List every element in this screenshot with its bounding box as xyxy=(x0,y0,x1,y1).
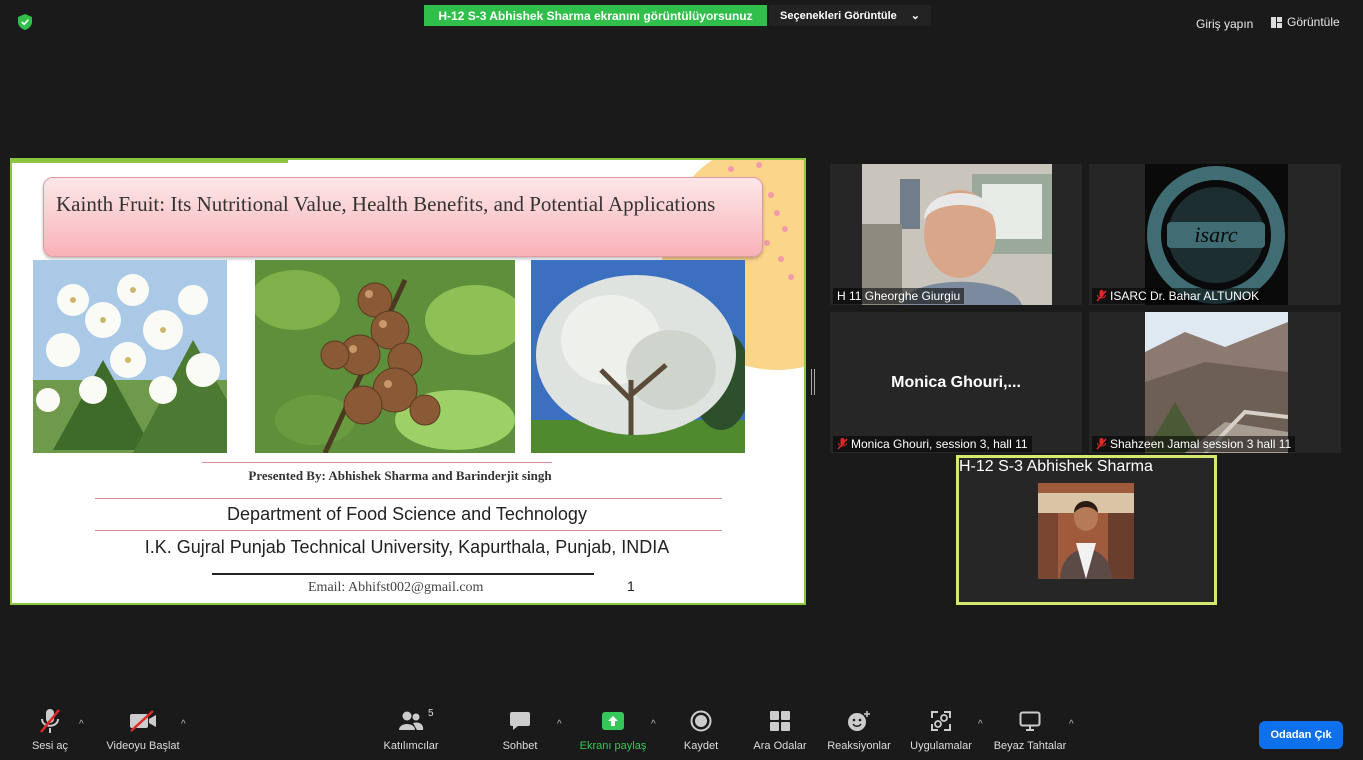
record-button[interactable]: Kaydet xyxy=(661,706,741,752)
slide-decor-dot xyxy=(782,226,788,232)
participants-icon xyxy=(399,711,424,730)
start-video-button[interactable]: ^ Videoyu Başlat xyxy=(103,706,186,752)
department-name: Department of Food Science and Technolog… xyxy=(227,504,587,524)
presented-by-divider xyxy=(202,462,552,463)
university-name: I.K. Gujral Punjab Technical University,… xyxy=(144,537,670,557)
zoom-meeting-window: H-12 S-3 Abhishek Sharma ekranını görünt… xyxy=(0,0,1363,760)
whiteboards-label: Beyaz Tahtalar xyxy=(993,740,1067,752)
participant-name-label: H 11 Gheorghe Giurgiu xyxy=(833,288,965,304)
department-top-divider xyxy=(95,498,722,499)
mic-muted-icon xyxy=(1096,290,1107,302)
unmute-button[interactable]: ^ Sesi aç xyxy=(10,706,90,752)
slide-title: Kainth Fruit: Its Nutritional Value, Hea… xyxy=(56,192,716,216)
slide-decor-dot xyxy=(788,274,794,280)
participant-name: H 11 Gheorghe Giurgiu xyxy=(837,289,961,303)
participant-name-label: Shahzeen Jamal session 3 hall 11 xyxy=(1092,436,1296,452)
presenter-email: Email: Abhifst002@gmail.com xyxy=(308,580,484,595)
participant-name: Monica Ghouri, session 3, hall 11 xyxy=(851,437,1028,451)
slide-title-box: Kainth Fruit: Its Nutritional Value, Hea… xyxy=(43,177,763,257)
department-bottom-divider xyxy=(95,530,722,531)
chevron-down-icon: ⌄ xyxy=(910,10,920,22)
screen-share-banner: H-12 S-3 Abhishek Sharma ekranını görünt… xyxy=(424,5,767,26)
security-shield-icon[interactable] xyxy=(18,14,32,30)
breakout-rooms-button[interactable]: Ara Odalar xyxy=(740,706,820,752)
chat-icon xyxy=(510,712,530,730)
participant-name: H-12 S-3 Abhishek Sharma xyxy=(959,458,1153,475)
participant-video xyxy=(1038,483,1134,579)
record-label: Kaydet xyxy=(683,740,719,752)
mic-muted-icon xyxy=(837,438,848,450)
slide-decor-dot xyxy=(768,192,774,198)
kainth-fruit-photo xyxy=(255,260,515,453)
split-view-drag-handle[interactable] xyxy=(811,369,815,395)
share-screen-icon xyxy=(602,712,624,730)
video-off-icon xyxy=(130,710,156,732)
participant-tile[interactable]: H 11 Gheorghe Giurgiu xyxy=(830,164,1082,305)
mic-muted-icon xyxy=(40,709,60,733)
chat-options-caret[interactable]: ^ xyxy=(557,719,562,730)
chat-label: Sohbet xyxy=(502,740,538,752)
isarc-logo: isarc xyxy=(1145,164,1288,305)
share-options-caret[interactable]: ^ xyxy=(651,719,656,730)
whiteboards-button[interactable]: ^ Beyaz Tahtalar xyxy=(990,706,1074,752)
active-speaker-tile[interactable]: H-12 S-3 Abhishek Sharma xyxy=(956,455,1217,605)
chat-button[interactable]: ^ Sohbet xyxy=(480,706,562,752)
email-divider xyxy=(212,573,594,575)
participant-name-label: Monica Ghouri, session 3, hall 11 xyxy=(833,436,1032,452)
breakout-rooms-icon xyxy=(770,711,790,731)
participant-video xyxy=(862,164,1052,305)
slide-accent-line xyxy=(12,160,288,163)
start-video-label: Videoyu Başlat xyxy=(106,740,180,752)
slide-decor-dot xyxy=(778,256,784,262)
slide-decor-dot xyxy=(774,210,780,216)
mute-options-caret[interactable]: ^ xyxy=(79,719,84,730)
participant-name-label: H-12 S-3 Abhishek Sharma xyxy=(959,458,1214,476)
participants-label: Katılımcılar xyxy=(383,740,439,752)
participant-video xyxy=(1145,312,1288,453)
slide-decor-dot xyxy=(728,166,734,172)
mic-muted-icon xyxy=(1096,438,1107,450)
view-button[interactable]: Görüntüle xyxy=(1271,15,1340,29)
slide-page-number: 1 xyxy=(627,578,635,594)
meeting-toolbar: ^ Sesi aç ^ Videoyu Başlat 5 Katılımcıla… xyxy=(0,706,1363,760)
slide-decor-dot xyxy=(756,162,762,168)
participant-tile[interactable]: Monica Ghouri,... Monica Ghouri, session… xyxy=(830,312,1082,453)
grid-view-icon xyxy=(1271,16,1282,28)
view-button-label: Görüntüle xyxy=(1287,15,1340,29)
participant-tile[interactable]: isarc ISARC Dr. Bahar ALTUNOK xyxy=(1089,164,1341,305)
record-icon xyxy=(690,710,712,732)
whiteboard-icon xyxy=(1019,711,1041,731)
breakout-rooms-label: Ara Odalar xyxy=(753,740,807,752)
view-options-button[interactable]: Seçenekleri Görüntüle ⌄ xyxy=(769,5,931,26)
sign-in-link[interactable]: Giriş yapın xyxy=(1196,17,1253,31)
video-options-caret[interactable]: ^ xyxy=(181,719,186,730)
apps-label: Uygulamalar xyxy=(910,740,972,752)
participant-name: ISARC Dr. Bahar ALTUNOK xyxy=(1110,289,1260,303)
pear-blossom-photo xyxy=(33,260,227,453)
reaction-smiley-icon xyxy=(848,711,870,731)
shared-screen-slide: Kainth Fruit: Its Nutritional Value, Hea… xyxy=(10,158,806,605)
share-screen-label: Ekranı paylaş xyxy=(579,740,647,752)
apps-icon xyxy=(931,711,951,731)
reactions-button[interactable]: Reaksiyonlar xyxy=(819,706,899,752)
unmute-label: Sesi aç xyxy=(31,740,69,752)
kainth-tree-photo xyxy=(531,260,745,453)
share-screen-button[interactable]: ^ Ekranı paylaş xyxy=(573,706,656,752)
leave-meeting-button[interactable]: Odadan Çık xyxy=(1259,721,1343,749)
participant-display-name: Monica Ghouri,... xyxy=(891,374,1021,391)
whiteboard-options-caret[interactable]: ^ xyxy=(1069,719,1074,730)
view-options-label: Seçenekleri Görüntüle xyxy=(780,9,897,22)
participant-tile[interactable]: Shahzeen Jamal session 3 hall 11 xyxy=(1089,312,1341,453)
participants-count: 5 xyxy=(428,708,434,719)
participant-name-label: ISARC Dr. Bahar ALTUNOK xyxy=(1092,288,1264,304)
reactions-label: Reaksiyonlar xyxy=(827,740,891,752)
participants-button[interactable]: 5 Katılımcılar xyxy=(371,706,451,752)
participant-name: Shahzeen Jamal session 3 hall 11 xyxy=(1110,437,1292,451)
slide-decor-dot xyxy=(764,240,770,246)
isarc-logo-text: isarc xyxy=(1194,222,1237,247)
presented-by: Presented By: Abhishek Sharma and Barind… xyxy=(248,468,552,483)
apps-button[interactable]: ^ Uygulamalar xyxy=(901,706,983,752)
apps-options-caret[interactable]: ^ xyxy=(978,719,983,730)
